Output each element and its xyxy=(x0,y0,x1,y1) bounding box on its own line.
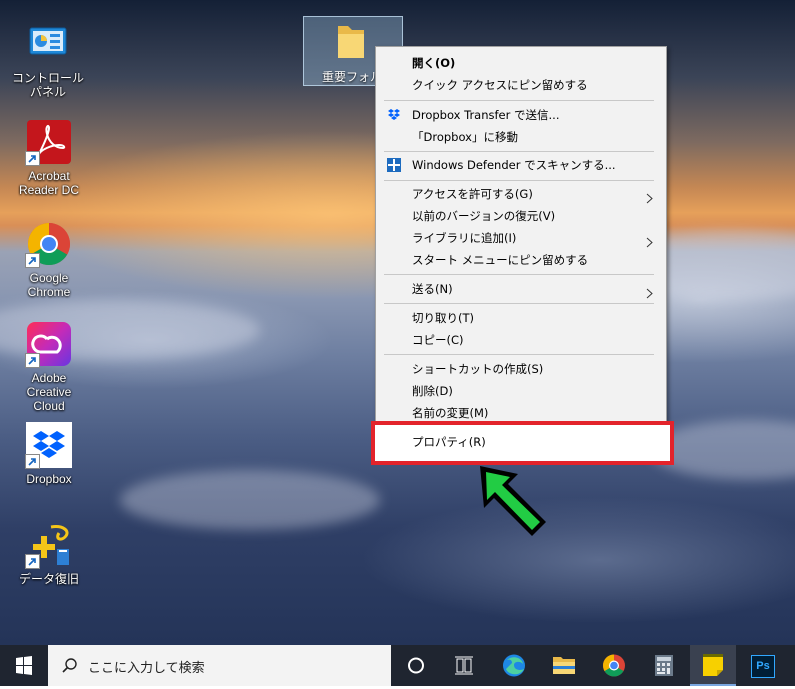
task-view-icon xyxy=(455,656,473,675)
desktop-icon-dropbox[interactable]: Dropbox xyxy=(10,421,88,486)
search-input[interactable]: ここに入力して検索 xyxy=(48,645,391,686)
menu-item-defender-scan[interactable]: Windows Defender でスキャンする... xyxy=(376,154,666,176)
menu-item-label: クイック アクセスにピン留めする xyxy=(412,78,588,92)
menu-item-label: ショートカットの作成(S) xyxy=(412,362,544,376)
menu-item-label: 開く(O) xyxy=(412,56,456,70)
context-menu: 開く(O) クイック アクセスにピン留めする Dropbox Transfer … xyxy=(375,46,667,422)
search-icon xyxy=(62,658,77,673)
chrome-taskbar-button[interactable] xyxy=(594,645,634,686)
menu-item-label: スタート メニューにピン留めする xyxy=(412,253,589,267)
shortcut-arrow-icon xyxy=(25,353,40,368)
menu-item-pin-start[interactable]: スタート メニューにピン留めする xyxy=(376,249,666,271)
desktop-icon-label: データ復旧 xyxy=(18,572,79,586)
menu-item-pin-quick-access[interactable]: クイック アクセスにピン留めする xyxy=(376,74,666,96)
file-explorer-button[interactable] xyxy=(544,645,584,686)
search-placeholder: ここに入力して検索 xyxy=(88,661,205,676)
shortcut-arrow-icon xyxy=(25,253,40,268)
edge-button[interactable] xyxy=(494,645,534,686)
menu-item-dropbox-transfer[interactable]: Dropbox Transfer で送信... xyxy=(376,104,666,126)
menu-separator xyxy=(384,303,654,304)
menu-item-label: プロパティ(R) xyxy=(412,435,486,449)
shortcut-arrow-icon xyxy=(25,151,40,166)
data-recovery-icon xyxy=(25,521,73,569)
calculator-icon xyxy=(655,655,673,676)
menu-separator xyxy=(384,151,654,152)
menu-item-copy[interactable]: コピー(C) xyxy=(376,329,666,351)
taskbar: ここに入力して検索 Ps xyxy=(0,645,795,686)
menu-item-label: 「Dropbox」に移動 xyxy=(412,130,518,144)
menu-item-label: コピー(C) xyxy=(412,333,464,347)
desktop-icon-label: コントロール パネル xyxy=(11,71,84,99)
shortcut-arrow-icon xyxy=(25,454,40,469)
desktop-icon-google-chrome[interactable]: Google Chrome xyxy=(10,220,88,299)
menu-item-add-to-library[interactable]: ライブラリに追加(I) xyxy=(376,227,666,249)
menu-item-move-to-dropbox[interactable]: 「Dropbox」に移動 xyxy=(376,126,666,148)
menu-item-send-to[interactable]: 送る(N) xyxy=(376,278,666,300)
acrobat-reader-icon xyxy=(25,118,73,166)
chrome-icon xyxy=(25,220,73,268)
defender-icon xyxy=(386,157,402,173)
desktop-icon-acrobat-reader[interactable]: Acrobat Reader DC xyxy=(10,118,88,197)
menu-item-label: アクセスを許可する(G) xyxy=(412,187,533,201)
task-view-button[interactable] xyxy=(444,645,484,686)
start-button[interactable] xyxy=(0,645,48,686)
menu-item-open[interactable]: 開く(O) xyxy=(376,52,666,74)
file-explorer-icon xyxy=(553,657,575,674)
menu-separator xyxy=(384,180,654,181)
menu-item-restore-versions[interactable]: 以前のバージョンの復元(V) xyxy=(376,205,666,227)
control-panel-icon xyxy=(24,20,72,68)
menu-item-label: 以前のバージョンの復元(V) xyxy=(412,209,556,223)
menu-item-create-shortcut[interactable]: ショートカットの作成(S) xyxy=(376,358,666,380)
menu-item-give-access[interactable]: アクセスを許可する(G) xyxy=(376,183,666,205)
sticky-notes-icon xyxy=(703,654,723,676)
annotation-arrow-icon xyxy=(470,460,550,540)
desktop-icon-label: Acrobat Reader DC xyxy=(18,169,80,197)
desktop-icon-label: Google Chrome xyxy=(27,271,71,299)
desktop-icon-control-panel[interactable]: コントロール パネル xyxy=(9,20,87,99)
desktop-icon-label: Adobe Creative Cloud xyxy=(26,371,72,413)
calculator-button[interactable] xyxy=(644,645,684,686)
desktop-icon-label: Dropbox xyxy=(26,472,72,486)
edge-icon xyxy=(503,654,525,677)
menu-item-label: Dropbox Transfer で送信... xyxy=(412,108,560,122)
menu-item-label: Windows Defender でスキャンする... xyxy=(412,158,616,172)
menu-separator xyxy=(384,100,654,101)
menu-item-label: 削除(D) xyxy=(412,384,453,398)
menu-item-delete[interactable]: 削除(D) xyxy=(376,380,666,402)
menu-item-label: ライブラリに追加(I) xyxy=(412,231,517,245)
menu-item-label: 送る(N) xyxy=(412,282,453,296)
desktop-icon-creative-cloud[interactable]: Adobe Creative Cloud xyxy=(10,320,88,413)
cortana-button[interactable] xyxy=(396,645,436,686)
creative-cloud-icon xyxy=(25,320,73,368)
menu-item-cut[interactable]: 切り取り(T) xyxy=(376,307,666,329)
menu-separator xyxy=(384,274,654,275)
folder-icon xyxy=(334,22,368,65)
start-icon xyxy=(16,656,32,675)
desktop-icon-data-recovery[interactable]: データ復旧 xyxy=(10,521,88,586)
photoshop-icon: Ps xyxy=(751,655,775,678)
dropbox-icon xyxy=(386,107,402,123)
cortana-icon xyxy=(408,657,424,674)
menu-item-properties[interactable]: プロパティ(R) xyxy=(371,421,674,465)
photoshop-button[interactable]: Ps xyxy=(742,645,782,686)
menu-separator xyxy=(384,354,654,355)
shortcut-arrow-icon xyxy=(25,554,40,569)
dropbox-icon xyxy=(25,421,73,469)
sticky-notes-button[interactable] xyxy=(690,645,736,686)
chrome-icon xyxy=(603,654,625,677)
photoshop-label: Ps xyxy=(756,660,770,672)
menu-item-label: 切り取り(T) xyxy=(412,311,474,325)
